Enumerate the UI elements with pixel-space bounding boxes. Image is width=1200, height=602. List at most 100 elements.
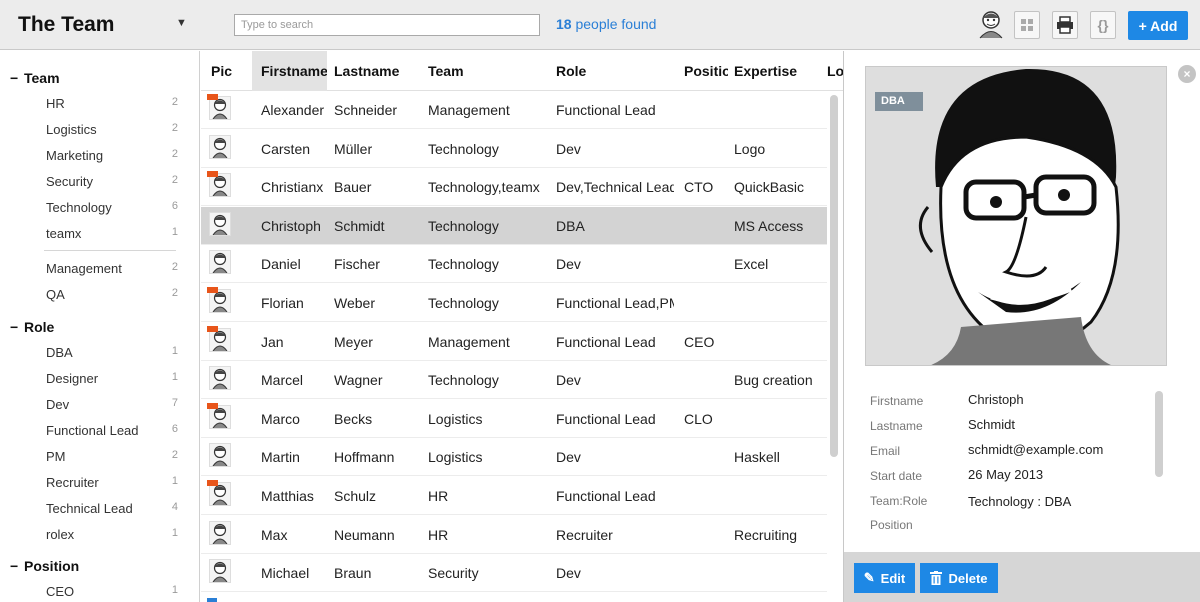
table-row[interactable]: Florian Weber Technology Functional Lead,PM: [201, 284, 827, 322]
table-row[interactable]: Matthias Schulz HR Functional Lead: [201, 477, 827, 515]
filter-count: 1: [171, 226, 178, 238]
person-thumbnail: [209, 520, 231, 545]
filter-item-recruiter[interactable]: Recruiter 1: [46, 475, 186, 490]
filter-label: Recruiter: [46, 475, 99, 490]
column-header-lastname[interactable]: Lastname: [334, 63, 422, 79]
column-header-team[interactable]: Team: [428, 63, 548, 79]
collapse-icon: −: [10, 70, 19, 86]
filter-group-position[interactable]: − Position: [10, 558, 79, 574]
table-row[interactable]: Jan Meyer Management Functional Lead CEO: [201, 323, 827, 361]
cell-role: DBA: [556, 217, 585, 234]
edit-button[interactable]: ✎ Edit: [854, 563, 915, 593]
column-header-pic[interactable]: Pic: [211, 63, 247, 79]
cell-role: Dev: [556, 565, 581, 582]
search-input[interactable]: [234, 14, 540, 36]
table-row[interactable]: Alexander Schneider Management Functional L…: [201, 91, 827, 129]
filter-count: 2: [171, 449, 178, 461]
row-flag-partial: [207, 598, 217, 602]
json-button[interactable]: {}: [1090, 11, 1116, 39]
filter-item-ceo[interactable]: CEO 1: [46, 584, 186, 599]
print-icon: [1057, 16, 1073, 34]
filter-item-functional-lead[interactable]: Functional Lead 6: [46, 423, 186, 438]
filter-item-management[interactable]: Management 2: [46, 261, 186, 276]
filter-item-technical-lead[interactable]: Technical Lead 4: [46, 501, 186, 516]
field-label-team-role: Team:Role: [870, 494, 928, 508]
field-label-position: Position: [870, 518, 913, 532]
table-row[interactable]: Michael Braun Security Dev: [201, 554, 827, 593]
results-number: 18: [556, 16, 572, 32]
cell-firstname: Max: [261, 526, 288, 543]
filter-item-teamx[interactable]: teamx 1: [46, 226, 186, 241]
filter-count: 1: [171, 371, 178, 383]
flag-marker: [207, 402, 218, 409]
table-row[interactable]: Marcel Wagner Technology Dev Bug creation: [201, 361, 827, 400]
filter-label: Dev: [46, 397, 70, 412]
cell-role: Dev: [556, 256, 581, 273]
column-header-firstname[interactable]: Firstname: [252, 51, 327, 91]
cell-expertise: Haskell: [734, 449, 780, 466]
table-row[interactable]: Marco Becks Logistics Functional Lead CLO: [201, 400, 827, 438]
print-button[interactable]: [1052, 11, 1078, 39]
filter-group-role[interactable]: − Role: [10, 319, 54, 335]
table-row[interactable]: Christianx Bauer Technology,teamx Dev,Techn…: [201, 168, 827, 207]
cell-position: CLO: [684, 410, 713, 427]
cell-lastname: Fischer: [334, 256, 380, 273]
person-thumbnail: [209, 134, 231, 159]
edit-button-label: Edit: [880, 570, 906, 586]
table-row[interactable]: Christoph Schmidt Technology DBA MS Access: [201, 206, 827, 245]
cell-firstname: Daniel: [261, 256, 301, 273]
table-row[interactable]: Martin Hoffmann Logistics Dev Haskell: [201, 438, 827, 477]
filter-item-dba[interactable]: DBA 1: [46, 345, 186, 360]
field-value-start-date: 26 May 2013: [968, 467, 1044, 482]
filter-item-pm[interactable]: PM 2: [46, 449, 186, 464]
detail-scrollbar[interactable]: [1155, 391, 1163, 477]
filter-item-designer[interactable]: Designer 1: [46, 371, 186, 386]
app-title[interactable]: The Team: [18, 13, 114, 37]
cell-firstname: Christianx: [261, 179, 324, 196]
filter-item-rolex[interactable]: rolex 1: [46, 527, 186, 542]
column-header-position[interactable]: Position: [684, 63, 728, 79]
table-row[interactable]: Daniel Fischer Technology Dev Excel: [201, 245, 827, 284]
cell-firstname: Martin: [261, 449, 300, 466]
column-header-location[interactable]: Lo: [827, 63, 843, 79]
field-value-email[interactable]: schmidt@example.com: [968, 442, 1103, 457]
filter-label: Marketing: [46, 148, 104, 163]
filter-item-dev[interactable]: Dev 7: [46, 397, 186, 412]
filter-item-marketing[interactable]: Marketing 2: [46, 148, 186, 163]
filter-group-team[interactable]: − Team: [10, 70, 60, 86]
cell-role: Dev: [556, 372, 581, 389]
cell-expertise: MS Access: [734, 217, 804, 234]
add-button[interactable]: + Add: [1128, 11, 1188, 40]
top-bar: The Team ▼ 18 people found {} + Add: [0, 0, 1200, 50]
filter-item-qa[interactable]: QA 2: [46, 287, 186, 302]
table-scrollbar[interactable]: [830, 95, 838, 457]
filter-count: 6: [171, 200, 178, 212]
filter-item-logistics[interactable]: Logistics 2: [46, 122, 186, 137]
cell-position: CEO: [684, 333, 715, 350]
column-header-role[interactable]: Role: [556, 63, 676, 79]
filter-count: 2: [171, 261, 178, 273]
column-header-expertise[interactable]: Expertise: [734, 63, 822, 79]
user-avatar-button[interactable]: [976, 9, 1006, 39]
cell-lastname: Hoffmann: [334, 449, 395, 466]
grid-view-button[interactable]: [1014, 11, 1040, 39]
role-badge: DBA: [875, 92, 923, 111]
delete-button[interactable]: Delete: [920, 563, 998, 593]
cell-role: Dev,Technical Lead: [556, 179, 674, 196]
cell-expertise: QuickBasic: [734, 179, 805, 196]
close-icon[interactable]: ×: [1178, 65, 1196, 83]
filter-item-hr[interactable]: HR 2: [46, 96, 186, 111]
filter-item-security[interactable]: Security 2: [46, 174, 186, 189]
table-row[interactable]: Max Neumann HR Recruiter Recruiting: [201, 516, 827, 554]
cell-role: Functional Lead: [556, 488, 656, 504]
cell-team: HR: [428, 526, 449, 543]
filter-label: Functional Lead: [46, 423, 139, 438]
filter-count: 1: [171, 527, 178, 539]
filter-item-technology[interactable]: Technology 6: [46, 200, 186, 215]
collapse-icon: −: [10, 558, 19, 574]
cell-firstname: Christoph: [261, 217, 321, 234]
cell-position: CTO: [684, 179, 714, 196]
caricature-image: [866, 67, 1166, 365]
chevron-down-icon[interactable]: ▼: [176, 17, 187, 29]
table-row[interactable]: Carsten Müller Technology Dev Logo: [201, 130, 827, 168]
